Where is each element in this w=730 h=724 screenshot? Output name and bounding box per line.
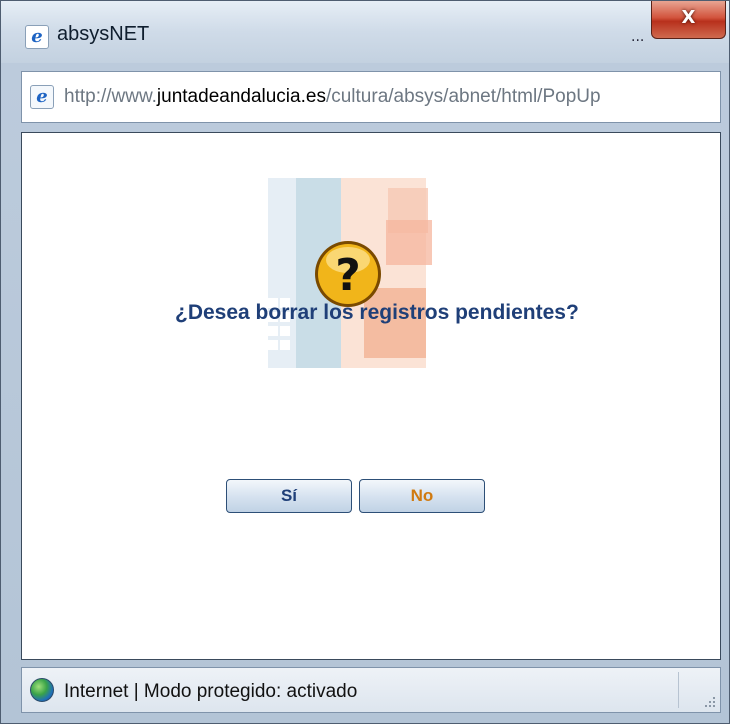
address-bar[interactable]: e http://www.juntadeandalucia.es/cultura…: [21, 71, 721, 123]
dialog-question: ¿Desea borrar los registros pendientes?: [175, 301, 579, 324]
url-prefix: http://www.: [64, 86, 157, 107]
title-overflow: ...: [631, 29, 645, 45]
address-url[interactable]: http://www.juntadeandalucia.es/cultura/a…: [64, 86, 714, 108]
title-bar[interactable]: e absysNET ... X: [1, 1, 729, 63]
question-icon: ?: [315, 241, 381, 307]
ie-icon: e: [25, 25, 49, 49]
status-bar: Internet | Modo protegido: activado: [21, 667, 721, 713]
status-divider: [678, 672, 679, 708]
status-text: Internet | Modo protegido: activado: [64, 681, 358, 702]
close-icon: X: [681, 7, 696, 28]
no-button[interactable]: No: [359, 479, 485, 513]
popup-window: e absysNET ... X e http://www.juntadeand…: [0, 0, 730, 724]
globe-icon: [30, 678, 54, 702]
question-mark-glyph: ?: [335, 250, 361, 301]
yes-button[interactable]: Sí: [226, 479, 352, 513]
window-title: absysNET: [57, 23, 150, 45]
url-domain: juntadeandalucia.es: [156, 86, 326, 107]
url-path: /cultura/absys/abnet/html/PopUp: [325, 86, 601, 107]
resize-grip-icon[interactable]: [702, 694, 716, 708]
question-illustration: ?: [268, 178, 432, 368]
close-button[interactable]: X: [651, 1, 726, 39]
dialog-content: ? ¿Desea borrar los registros pendientes…: [21, 132, 721, 660]
ie-icon: e: [30, 85, 54, 109]
